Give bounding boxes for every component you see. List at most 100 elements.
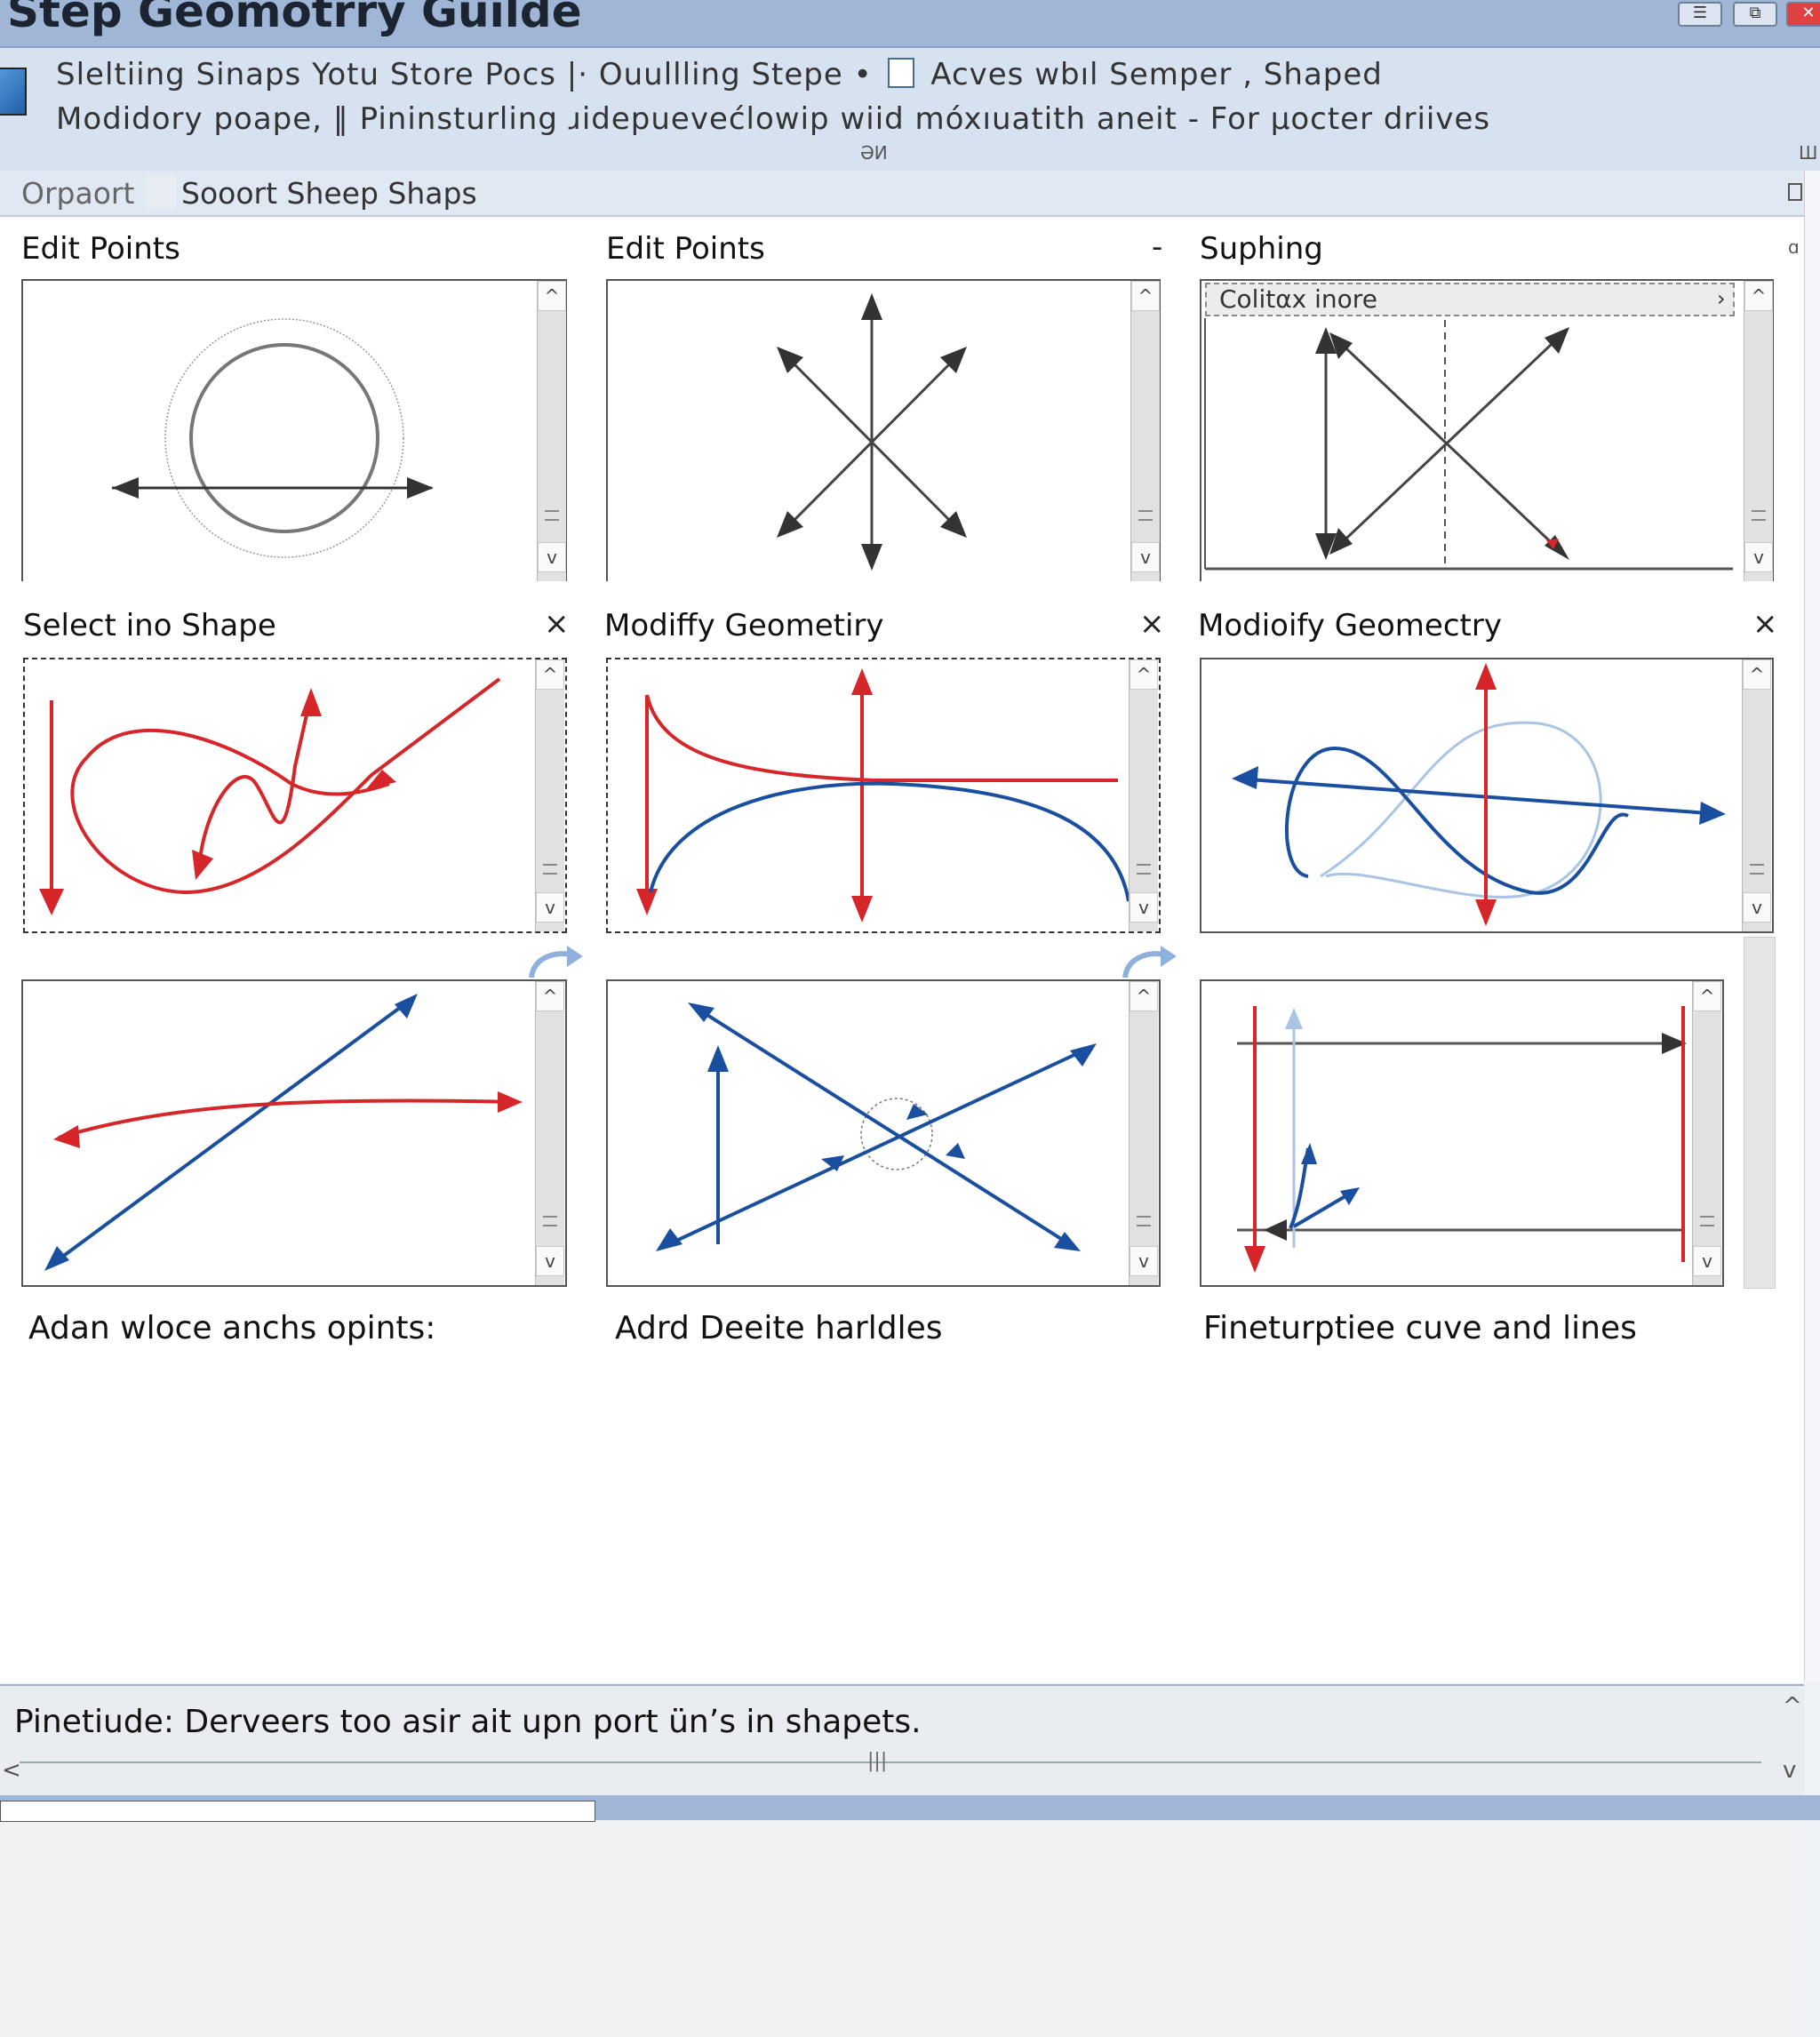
arrow-lines [778,297,965,567]
scroll-down-icon[interactable]: v [538,542,566,572]
curve-geometry-diagram [636,668,1130,923]
window-scrollbar[interactable] [1804,171,1820,1682]
scroll-up-icon[interactable]: ^ [1743,659,1771,690]
fine-tune-diagram [1237,1006,1687,1273]
panel-select-shape[interactable]: ^ v [23,658,567,933]
tab-strip: Orpaort Sooort Sheep Shaps [0,171,1804,217]
circle-diagram [112,318,434,558]
status-text: Pinetiude: Derveers too asir ait upn por… [14,1704,922,1740]
scroll-up-icon[interactable]: ^ [536,659,564,690]
panel-fine-tune[interactable]: ^ v [1200,979,1724,1287]
panel-title-modify-geometry-1: Modiffy Geometiry [604,608,884,643]
panel-9-scrollbar[interactable]: ^ v [1692,981,1721,1285]
scroll-grip-icon[interactable] [1752,510,1766,521]
close-panel-select-shape[interactable]: × [544,606,570,642]
scroll-down-icon[interactable]: v [1743,892,1771,923]
menu-button[interactable]: ☰ [1678,2,1722,27]
panel-edit-points-star[interactable]: ^ v [606,279,1161,581]
panel-8-scrollbar[interactable]: ^ v [1129,981,1158,1285]
info-text-c: Acves wbıl Semper , Shaped [930,57,1383,92]
scroll-up-icon[interactable]: ^ [1130,981,1158,1011]
panel-4-scrollbar[interactable]: ^ v [535,659,564,931]
scroll-down-icon[interactable]: v [536,892,564,923]
scroll-down-icon[interactable]: v [1744,542,1773,572]
panel-edit-points-circle[interactable]: ^ v [21,279,567,581]
panel-modify-geometry-2[interactable]: ^ v [1200,658,1774,933]
arrow-right-head [407,477,434,499]
scroll-grip-icon[interactable] [1700,1216,1714,1226]
scroll-up-icon[interactable]: ^ [1783,1693,1802,1720]
status-panel: Pinetiude: Derveers too asir ait upn por… [0,1684,1804,1797]
red-curves-diagram [39,677,501,915]
scroll-up-icon[interactable]: ^ [1131,281,1160,311]
red-curve-line[interactable] [58,1098,518,1139]
panel-5-scrollbar[interactable]: ^ v [1129,659,1158,931]
panel-1-scrollbar[interactable]: ^ v [537,281,566,581]
blue-arc-curve[interactable] [649,781,1130,902]
corner-mark: ɑ [1788,236,1800,258]
arrow-left-head [112,477,139,499]
scroll-up-icon[interactable]: ^ [1744,281,1773,311]
info-line-2: Modidory poape, ‖ Pininsturling ɹidepuev… [56,101,1491,137]
app-icon [0,68,27,116]
panel-suphing[interactable]: Colitαx inore › ^ v [1200,279,1774,581]
panel-title-suphing: Suphing [1200,231,1323,267]
panel-anchor-points[interactable]: ^ v [21,979,567,1287]
star-arrows-diagram [777,293,967,571]
tab-sooort-sheep-shaps[interactable]: Sooort Sheep Shaps [181,176,477,211]
tab-orpaort[interactable]: Orpaort [21,176,134,211]
info-right-mark: Ш [1799,142,1818,164]
info-line-1: Sleltiing Sinaps Yotu Store Pocs |· Ouul… [56,57,1383,92]
blue-loop-curve[interactable] [1285,746,1629,895]
horizontal-scrollbar[interactable] [20,1761,1761,1763]
scroll-grip-icon[interactable] [543,864,557,875]
scroll-up-icon[interactable]: ^ [538,281,566,311]
panel-7-scrollbar[interactable]: ^ v [535,981,564,1285]
scroll-grip-icon[interactable] [1137,1216,1151,1226]
outer-vertical-scrollbar[interactable] [1744,937,1776,1289]
panel-2-scrollbar[interactable]: ^ v [1130,281,1160,581]
scroll-up-icon[interactable]: ^ [1693,981,1721,1011]
minimize-panel-button[interactable]: - [1152,229,1162,265]
info-separator: |· [566,57,589,92]
scroll-grip-icon[interactable]: ||| [867,1750,887,1772]
info-text-b: Ouullling Stepe • [598,57,873,92]
tabstrip-menu-icon[interactable] [1788,183,1802,201]
scroll-down-icon[interactable]: v [1693,1246,1721,1276]
ghost-loop-curve [1320,721,1602,899]
handles-diagram [656,1003,1097,1251]
panel-title-modify-geometry-2: Modioify Geomectry [1198,608,1502,643]
scroll-up-icon[interactable]: ^ [536,981,564,1011]
panel-6-scrollbar[interactable]: ^ v [1742,659,1771,931]
panel-modify-geometry-1[interactable]: ^ v [606,658,1161,933]
scroll-left-icon[interactable]: < [2,1757,21,1784]
info-text-a: Sleltiing Sinaps Yotu Store Pocs [56,57,556,92]
scroll-grip-icon[interactable] [1137,864,1151,875]
blue-horizontal-arrow[interactable] [1236,777,1721,816]
scroll-down-icon[interactable]: v [536,1246,564,1276]
close-panel-modify-geometry-1[interactable]: × [1139,606,1165,642]
scroll-down-icon[interactable]: v [1783,1757,1796,1784]
window-title: Step Geomotrry Guilde [7,0,582,37]
scroll-grip-icon[interactable] [545,510,559,521]
panel-handles[interactable]: ^ v [606,979,1161,1287]
panel-title-edit-points-1: Edit Points [21,231,180,267]
main-circle[interactable] [189,343,379,533]
scroll-down-icon[interactable]: v [1131,542,1160,572]
panel-3-scrollbar[interactable]: ^ v [1744,281,1773,581]
scroll-up-icon[interactable]: ^ [1130,659,1158,690]
caption-anchor-points: Adan wloce anchs opints: [28,1310,436,1346]
outer-guide-circle [164,318,404,558]
taskbar-tab[interactable] [0,1801,595,1822]
scroll-down-icon[interactable]: v [1130,1246,1158,1276]
crossing-lines-diagram [44,994,523,1271]
title-bar: Step Geomotrry Guilde ☰ ⧉ ✕ [0,0,1820,48]
scroll-grip-icon[interactable] [543,1216,557,1226]
scroll-down-icon[interactable]: v [1130,892,1158,923]
close-window-button[interactable]: ✕ [1786,2,1820,27]
blue-diagonal-line[interactable] [46,995,416,1269]
scroll-grip-icon[interactable] [1750,864,1764,875]
scroll-grip-icon[interactable] [1138,510,1153,521]
close-panel-modify-geometry-2[interactable]: × [1752,606,1778,642]
restore-button[interactable]: ⧉ [1733,2,1777,27]
